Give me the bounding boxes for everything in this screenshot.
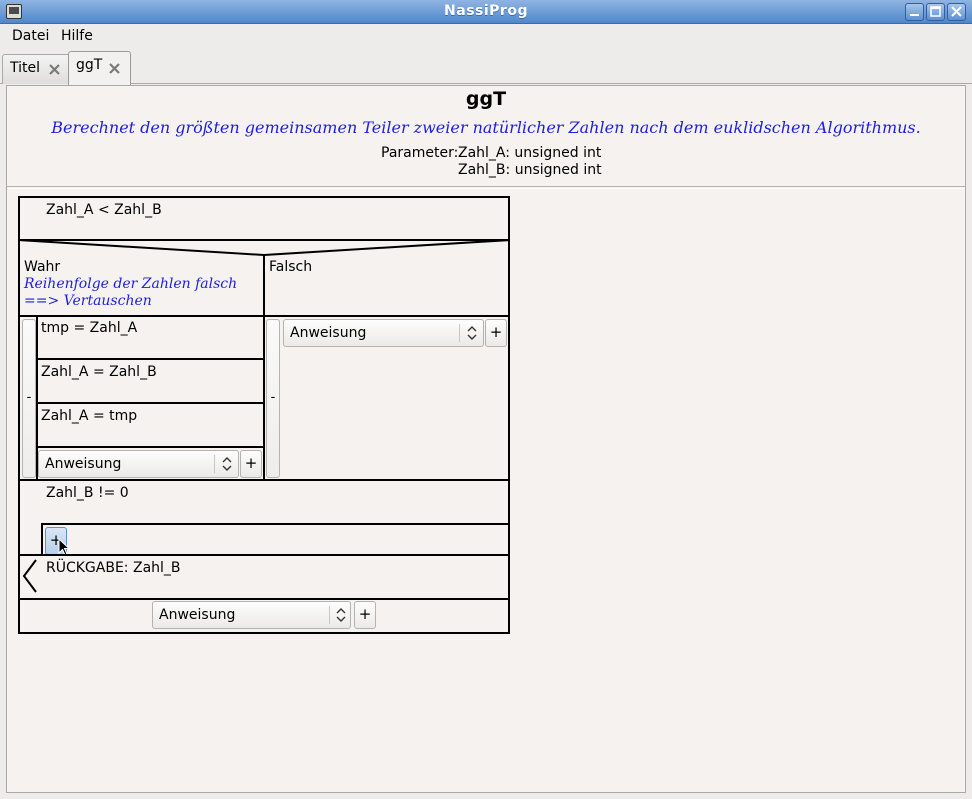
divider <box>7 186 965 187</box>
divider <box>18 598 510 600</box>
tab-label: Titel <box>10 60 41 76</box>
statement[interactable]: tmp = Zahl_A <box>41 320 137 336</box>
divider <box>36 402 264 404</box>
statement-type-select[interactable]: Anweisung <box>38 450 239 478</box>
select-value: Anweisung <box>290 325 367 341</box>
minimize-button[interactable] <box>905 3 924 21</box>
divider <box>36 358 264 360</box>
tab-bar: Titel ggT <box>0 48 972 85</box>
procedure-description[interactable]: Berechnet den größten gemeinsamen Teiler… <box>7 118 965 137</box>
structogram: Zahl_A < Zahl_B Wahr Falsch Reihenfolge … <box>18 196 510 634</box>
statement-type-select[interactable]: Anweisung <box>152 601 351 629</box>
divider <box>7 188 965 189</box>
window-title: NassiProg <box>444 3 528 19</box>
parameter-item[interactable]: Zahl_B: unsigned int <box>458 162 602 178</box>
statement[interactable]: Zahl_A = Zahl_B <box>41 364 157 380</box>
select-value: Anweisung <box>159 607 236 623</box>
updown-arrow-icon <box>467 326 477 340</box>
updown-arrow-icon <box>222 457 232 471</box>
divider <box>36 446 264 448</box>
divider <box>18 479 510 481</box>
tab-ggt[interactable]: ggT <box>68 51 131 85</box>
add-statement-button[interactable]: + <box>240 450 262 478</box>
minimize-icon <box>910 14 919 16</box>
updown-arrow-icon <box>336 608 346 622</box>
close-icon <box>951 6 962 17</box>
maximize-icon <box>930 6 941 17</box>
editor-panel: ggT Berechnet den größten gemeinsamen Te… <box>6 85 966 793</box>
tab-titel[interactable]: Titel <box>2 54 70 84</box>
true-branch-label: Wahr <box>24 259 61 275</box>
close-tab-icon[interactable] <box>48 63 61 76</box>
close-button[interactable] <box>947 3 966 21</box>
statement[interactable]: Zahl_A = tmp <box>41 408 137 424</box>
close-tab-icon[interactable] <box>108 62 121 75</box>
menu-hilfe[interactable]: Hilfe <box>61 28 93 44</box>
statement-type-select[interactable]: Anweisung <box>283 319 484 347</box>
add-statement-button[interactable]: + <box>354 601 376 629</box>
parameter-label: Parameter: <box>381 145 459 161</box>
procedure-name[interactable]: ggT <box>7 88 965 110</box>
if-condition[interactable]: Zahl_A < Zahl_B <box>46 202 162 218</box>
tab-label: ggT <box>76 57 103 73</box>
false-branch-label: Falsch <box>269 259 313 275</box>
collapse-true-branch-button[interactable]: - <box>22 319 36 478</box>
divider <box>42 523 510 525</box>
add-statement-button[interactable]: + <box>485 319 507 347</box>
return-arrow-icon <box>22 559 37 593</box>
title-bar: NassiProg <box>0 0 972 24</box>
maximize-button[interactable] <box>926 3 945 21</box>
collapse-false-branch-button[interactable]: - <box>266 319 280 478</box>
select-value: Anweisung <box>45 456 122 472</box>
loop-condition[interactable]: Zahl_B != 0 <box>46 485 129 501</box>
divider <box>18 315 510 317</box>
divider <box>459 324 460 342</box>
divider <box>214 455 215 473</box>
branch-comment[interactable]: ==> Vertauschen <box>24 293 152 309</box>
divider <box>329 606 330 624</box>
divider <box>41 523 43 555</box>
branch-comment[interactable]: Reihenfolge der Zahlen falsch <box>24 276 237 292</box>
parameter-item[interactable]: Zahl_A: unsigned int <box>458 145 601 161</box>
return-statement[interactable]: RÜCKGABE: Zahl_B <box>46 560 181 576</box>
menu-datei[interactable]: Datei <box>12 28 49 44</box>
menu-bar: Datei Hilfe <box>0 25 972 48</box>
divider <box>18 554 510 556</box>
